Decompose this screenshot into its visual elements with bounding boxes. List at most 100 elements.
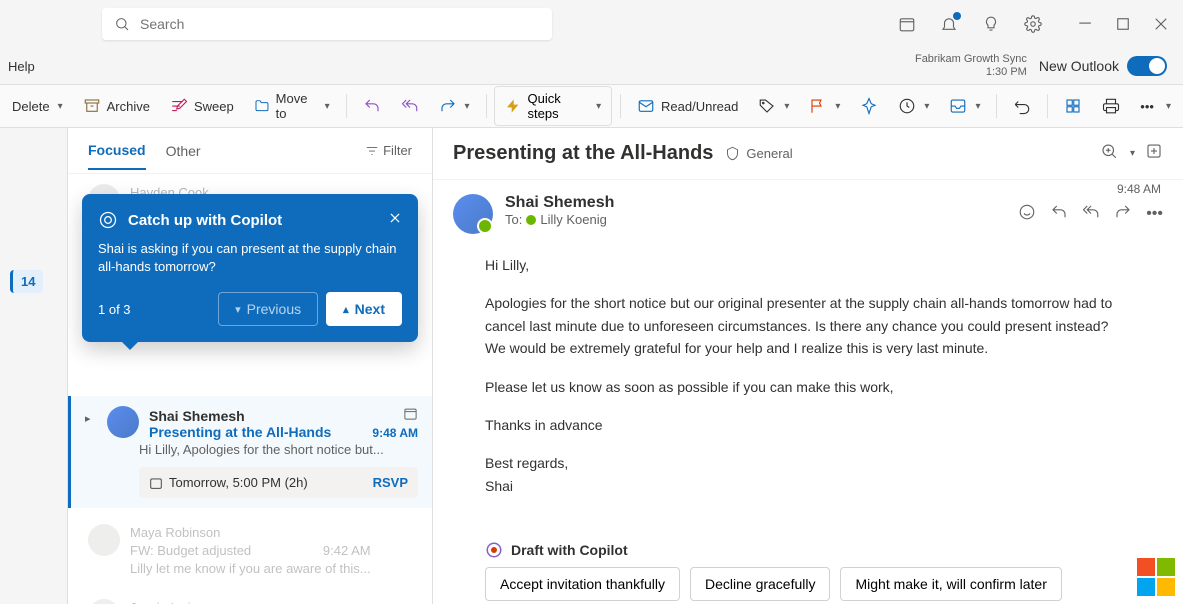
- draft-with-copilot-label: Draft with Copilot: [485, 541, 1131, 559]
- command-toolbar: Delete▾ Archive Sweep Move to▾ ▾ Quick s…: [0, 84, 1183, 128]
- next-button[interactable]: ▴Next: [326, 292, 402, 326]
- list-item-selected[interactable]: ▸ Shai Shemesh Presenting at the All-Han…: [68, 396, 432, 508]
- zoom-button[interactable]: [1100, 142, 1118, 165]
- react-button[interactable]: [1018, 203, 1036, 226]
- reply-all-button[interactable]: [1082, 203, 1100, 226]
- meeting-time-label: Tomorrow, 5:00 PM (2h): [149, 475, 363, 490]
- meeting-time: 1:30 PM: [915, 66, 1027, 79]
- previous-button[interactable]: ▾Previous: [218, 292, 318, 326]
- folder-icon: [254, 97, 270, 115]
- email-preview: Hi Lilly, Apologies for the short notice…: [139, 442, 418, 457]
- expand-button[interactable]: [1145, 142, 1163, 165]
- maximize-icon[interactable]: [1113, 14, 1133, 34]
- copilot-summary: Shai is asking if you can present at the…: [98, 240, 402, 276]
- list-item[interactable]: Jessie Irwin Year by year competitor res…: [68, 589, 432, 604]
- undo-button[interactable]: [1005, 91, 1039, 121]
- quick-steps-button[interactable]: Quick steps▾: [494, 86, 612, 126]
- to-label: To:: [505, 212, 522, 227]
- meeting-reminder[interactable]: Fabrikam Growth Sync 1:30 PM: [915, 53, 1027, 79]
- sender-name: Shai Shemesh: [149, 408, 245, 424]
- settings-icon[interactable]: [1023, 14, 1043, 34]
- sender-avatar[interactable]: [453, 194, 493, 234]
- meeting-rsvp-row: Tomorrow, 5:00 PM (2h) RSVP: [139, 467, 418, 498]
- delete-button[interactable]: Delete▾: [4, 93, 71, 120]
- sweep-button[interactable]: Sweep: [162, 91, 242, 121]
- reading-pane: Presenting at the All-Hands General ▾ Sh…: [433, 128, 1183, 604]
- tips-icon[interactable]: [981, 14, 1001, 34]
- more-actions-button[interactable]: •••: [1146, 205, 1163, 223]
- move-to-button[interactable]: Move to▾: [246, 85, 338, 127]
- immersive-reader-button[interactable]: [1056, 91, 1090, 121]
- print-button[interactable]: [1094, 91, 1128, 121]
- search-input[interactable]: [140, 16, 540, 32]
- inbox-unread-badge[interactable]: 14: [10, 270, 43, 293]
- filter-icon: [365, 144, 379, 158]
- sender-name: Jessie Irwin: [130, 599, 376, 604]
- calendar-peek-icon[interactable]: [897, 14, 917, 34]
- list-item[interactable]: Maya Robinson FW: Budget adjusted9:42 AM…: [68, 514, 432, 589]
- suggestion-decline-button[interactable]: Decline gracefully: [690, 567, 831, 601]
- sender-name: Shai Shemesh: [505, 194, 614, 212]
- notifications-icon[interactable]: [939, 14, 959, 34]
- close-icon[interactable]: [1151, 14, 1171, 34]
- rsvp-button[interactable]: RSVP: [373, 475, 408, 490]
- calendar-icon: [149, 476, 163, 490]
- more-move-button[interactable]: ▾: [941, 91, 988, 121]
- suggestion-maybe-button[interactable]: Might make it, will confirm later: [840, 567, 1061, 601]
- new-outlook-toggle[interactable]: New Outlook: [1039, 56, 1167, 76]
- message-list-pane: Focused Other Filter Hayden Cook Catch u…: [68, 128, 433, 604]
- microsoft-logo: [1137, 558, 1175, 596]
- tab-other[interactable]: Other: [166, 133, 201, 169]
- search-icon: [114, 16, 130, 32]
- more-options-button[interactable]: •••: [1132, 93, 1162, 120]
- copilot-icon: [485, 541, 503, 559]
- email-time: 9:48 AM: [372, 426, 418, 440]
- reply-icon: [363, 97, 381, 115]
- pin-button[interactable]: [852, 91, 886, 121]
- archive-button[interactable]: Archive: [75, 91, 158, 121]
- toggle-switch[interactable]: [1127, 56, 1167, 76]
- tab-focused[interactable]: Focused: [88, 132, 146, 170]
- avatar: [88, 599, 120, 604]
- forward-button[interactable]: ▾: [431, 91, 478, 121]
- reply-all-button[interactable]: [393, 91, 427, 121]
- copilot-title: Catch up with Copilot: [128, 212, 282, 229]
- folder-rail: 14: [0, 128, 68, 604]
- expand-icon: [1145, 142, 1163, 160]
- flag-button[interactable]: ▾: [801, 91, 848, 121]
- grid-icon: [1064, 97, 1082, 115]
- channel-icon: [725, 146, 740, 161]
- clock-icon: [898, 97, 916, 115]
- reply-all-icon: [1082, 203, 1100, 221]
- copilot-callout: Catch up with Copilot Shai is asking if …: [82, 194, 418, 342]
- title-bar: ─: [0, 0, 1183, 48]
- filter-button[interactable]: Filter: [365, 143, 412, 158]
- calendar-icon: [403, 406, 418, 421]
- reply-button[interactable]: [355, 91, 389, 121]
- sweep-icon: [170, 97, 188, 115]
- search-box[interactable]: [102, 8, 552, 40]
- help-tab[interactable]: Help: [8, 59, 35, 74]
- read-unread-button[interactable]: Read/Unread: [629, 91, 746, 121]
- tag-icon: [758, 97, 776, 115]
- reply-button[interactable]: [1050, 203, 1068, 226]
- suggestion-accept-button[interactable]: Accept invitation thankfully: [485, 567, 680, 601]
- pin-icon: [860, 97, 878, 115]
- minimize-icon[interactable]: ─: [1075, 14, 1095, 34]
- avatar: [88, 524, 120, 556]
- new-outlook-label: New Outlook: [1039, 58, 1119, 74]
- email-subject-heading: Presenting at the All-Hands: [453, 142, 713, 165]
- collapse-ribbon-icon[interactable]: ▾: [1166, 101, 1171, 112]
- forward-button[interactable]: [1114, 203, 1132, 226]
- archive-icon: [83, 97, 101, 115]
- forward-icon: [1114, 203, 1132, 221]
- reply-icon: [1050, 203, 1068, 221]
- reply-suggestions: Accept invitation thankfully Decline gra…: [433, 567, 1183, 604]
- category-tag[interactable]: General: [725, 146, 792, 161]
- snooze-button[interactable]: ▾: [890, 91, 937, 121]
- chevron-down-icon[interactable]: ▾: [1130, 148, 1135, 159]
- expand-chevron-icon[interactable]: ▸: [85, 412, 97, 425]
- close-callout-button[interactable]: [388, 211, 402, 229]
- flag-icon: [809, 97, 827, 115]
- tag-button[interactable]: ▾: [750, 91, 797, 121]
